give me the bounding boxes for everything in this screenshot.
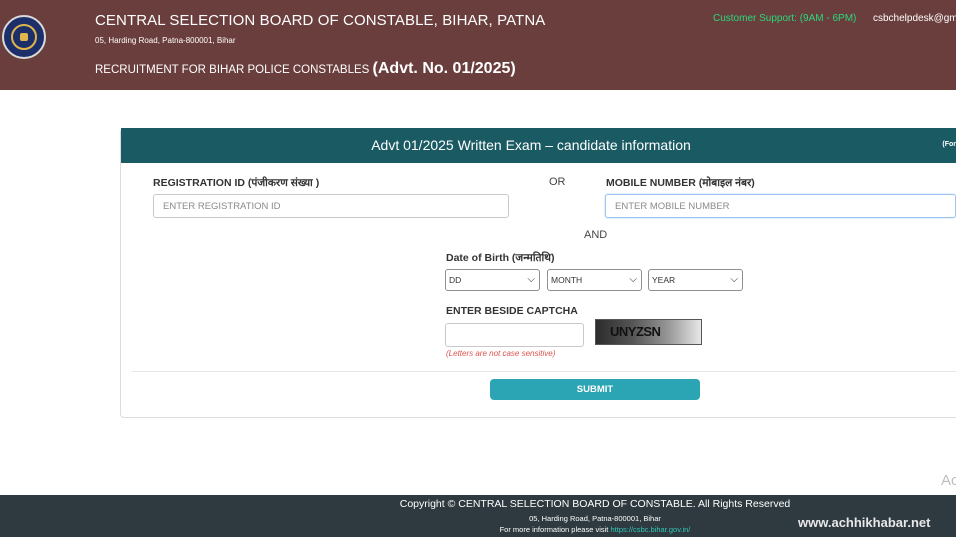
advt-number: (Advt. No. 01/2025) [372, 60, 516, 77]
emblem-ring [11, 24, 37, 50]
captcha-image: UNYZSN [595, 319, 702, 345]
form-card-header: Advt 01/2025 Written Exam – candidate in… [121, 128, 956, 163]
form-divider [132, 371, 956, 372]
registration-id-input[interactable] [153, 194, 509, 218]
watermark: www.achhikhabar.net [798, 515, 931, 530]
chevron-down-icon: ⌵ [527, 274, 535, 285]
captcha-text: UNYZSN [610, 324, 661, 339]
captcha-hint: (Letters are not case sensitive) [446, 349, 556, 358]
or-separator: OR [549, 176, 566, 188]
form-title: Advt 01/2025 Written Exam – candidate in… [371, 137, 691, 153]
footer-more-info-text: For more information please visit [499, 525, 609, 534]
org-title: CENTRAL SELECTION BOARD OF CONSTABLE, BI… [95, 12, 546, 29]
footer-copyright: Copyright © CENTRAL SELECTION BOARD OF C… [399, 498, 791, 510]
captcha-label: ENTER BESIDE CAPTCHA [446, 305, 578, 317]
chevron-down-icon: ⌵ [629, 274, 637, 285]
emblem-core [20, 33, 28, 41]
submit-button[interactable]: SUBMIT [490, 379, 700, 400]
dob-month-select[interactable]: MONTH ⌵ [547, 269, 642, 291]
dob-day-value: DD [449, 275, 462, 285]
activate-overlay-line1: Ac [941, 472, 956, 489]
chevron-down-icon: ⌵ [730, 274, 738, 285]
mobile-number-label: MOBILE NUMBER (मोबाइल नंबर) [606, 177, 755, 189]
dob-month-value: MONTH [551, 275, 583, 285]
dob-label: Date of Birth (जन्मतिथि) [446, 252, 555, 264]
footer-website-link[interactable]: https://csbc.bihar.gov.in/ [610, 525, 690, 534]
org-address: 05, Harding Road, Patna-800001, Bihar [95, 36, 236, 45]
dob-day-select[interactable]: DD ⌵ [445, 269, 540, 291]
dob-year-select[interactable]: YEAR ⌵ [648, 269, 743, 291]
recruitment-prefix: RECRUITMENT FOR BIHAR POLICE CONSTABLES [95, 64, 370, 76]
police-emblem-logo [2, 15, 46, 59]
recruitment-heading: RECRUITMENT FOR BIHAR POLICE CONSTABLES … [95, 60, 516, 78]
registration-id-label: REGISTRATION ID (पंजीकरण संख्या ) [153, 177, 320, 189]
dob-year-value: YEAR [652, 275, 676, 285]
form-header-note: (For [942, 141, 956, 148]
support-email[interactable]: csbchelpdesk@gm [873, 13, 956, 24]
site-footer: Copyright © CENTRAL SELECTION BOARD OF C… [0, 495, 956, 537]
mobile-number-input[interactable] [605, 194, 956, 218]
site-header: CENTRAL SELECTION BOARD OF CONSTABLE, BI… [0, 0, 956, 90]
customer-support-hours: Customer Support: (9AM - 6PM) [713, 13, 857, 24]
captcha-input[interactable] [445, 323, 584, 347]
and-separator: AND [584, 229, 608, 241]
